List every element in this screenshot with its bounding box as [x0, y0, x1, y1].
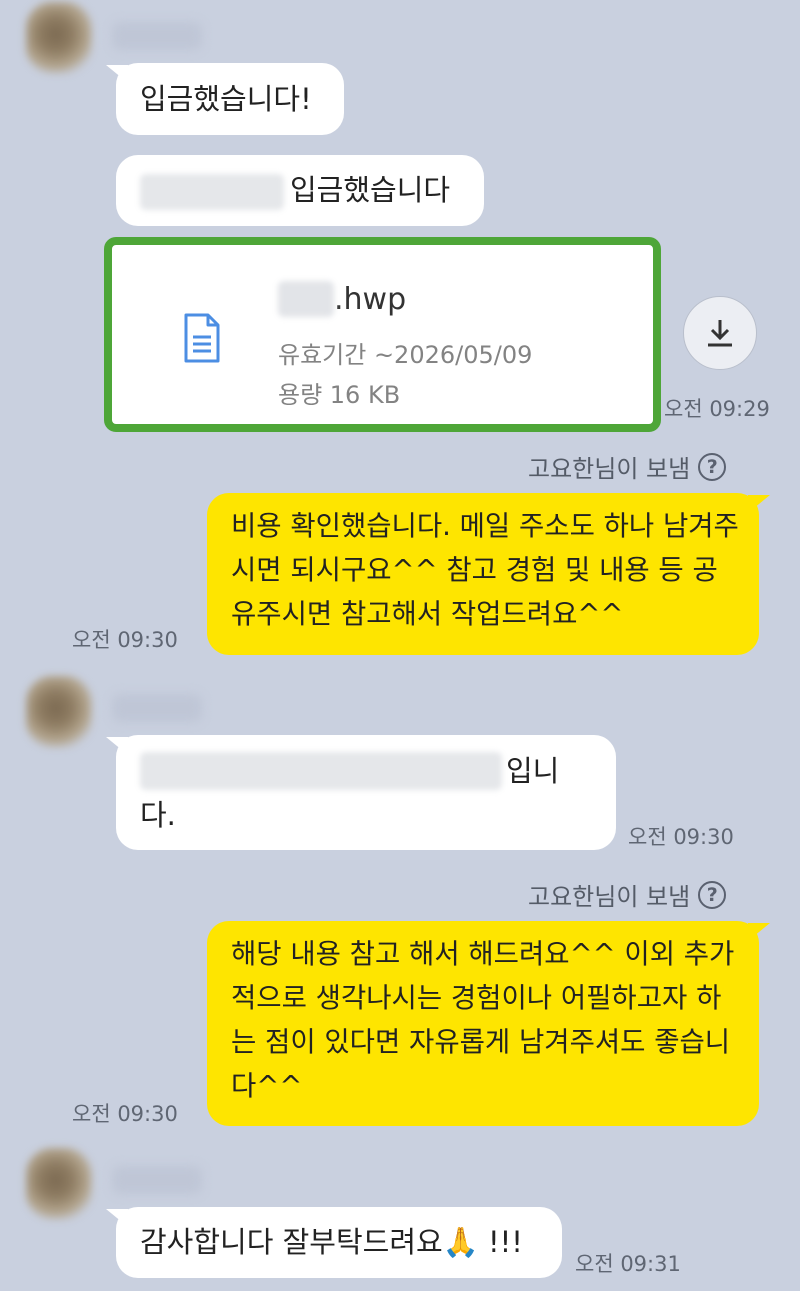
message-bubble[interactable]: 입니 다.	[106, 735, 616, 850]
message-bubble[interactable]: 입금했습니다!	[106, 63, 344, 135]
file-name: .hwp	[278, 281, 406, 317]
redacted-filename	[278, 281, 334, 317]
download-button[interactable]	[683, 296, 757, 370]
file-size: 용량 16 KB	[278, 381, 401, 409]
redacted-email	[140, 752, 502, 790]
message-text: 입금했습니다!	[140, 82, 312, 116]
document-icon	[184, 313, 220, 363]
message-text: 입금했습니다	[290, 173, 451, 207]
help-icon[interactable]: ?	[698, 880, 727, 909]
my-message-bubble[interactable]: 해당 내용 참고 해서 해드려요^^ 이외 추가적으로 생각나시는 경험이나 어…	[207, 921, 770, 1126]
message-text: 입니	[506, 754, 560, 788]
avatar[interactable]	[26, 676, 92, 748]
sent-by-text: 고요한님이 보냄	[528, 455, 691, 483]
message-text: 비용 확인했습니다. 메일 주소도 하나 남겨주시면 되시구요^^ 참고 경험 …	[231, 510, 739, 630]
timestamp: 오전 09:30	[72, 628, 178, 652]
sent-by-label: 고요한님이 보냄 ?	[528, 877, 727, 912]
message-bubble[interactable]: 입금했습니다	[116, 155, 484, 226]
timestamp: 오전 09:31	[575, 1252, 681, 1276]
sent-by-label: 고요한님이 보냄 ?	[528, 449, 727, 484]
timestamp: 오전 09:30	[628, 825, 734, 849]
avatar[interactable]	[26, 2, 92, 74]
message-text: 해당 내용 참고 해서 해드려요^^ 이외 추가적으로 생각나시는 경험이나 어…	[231, 938, 735, 1102]
timestamp: 오전 09:29	[664, 397, 770, 421]
my-message-bubble[interactable]: 비용 확인했습니다. 메일 주소도 하나 남겨주시면 되시구요^^ 참고 경험 …	[207, 493, 770, 655]
sender-name-blurred	[112, 694, 202, 722]
timestamp: 오전 09:30	[72, 1102, 178, 1126]
file-extension: .hwp	[334, 281, 407, 317]
download-icon	[708, 320, 732, 347]
file-attachment-card[interactable]: .hwp 유효기간 ~2026/05/09 용량 16 KB	[104, 237, 661, 432]
file-expiry: 유효기간 ~2026/05/09	[278, 341, 533, 369]
message-text: 감사합니다 잘부탁드려요🙏 !!!	[140, 1225, 523, 1259]
message-line: 입니	[140, 749, 592, 793]
sent-by-text: 고요한님이 보냄	[528, 883, 691, 911]
avatar[interactable]	[26, 1148, 92, 1220]
message-text-line2: 다.	[140, 798, 176, 832]
message-bubble[interactable]: 감사합니다 잘부탁드려요🙏 !!!	[106, 1207, 562, 1278]
help-icon[interactable]: ?	[698, 452, 727, 481]
sender-name-blurred	[112, 22, 202, 50]
sender-name-blurred	[112, 1166, 202, 1194]
redacted-text	[140, 174, 284, 210]
